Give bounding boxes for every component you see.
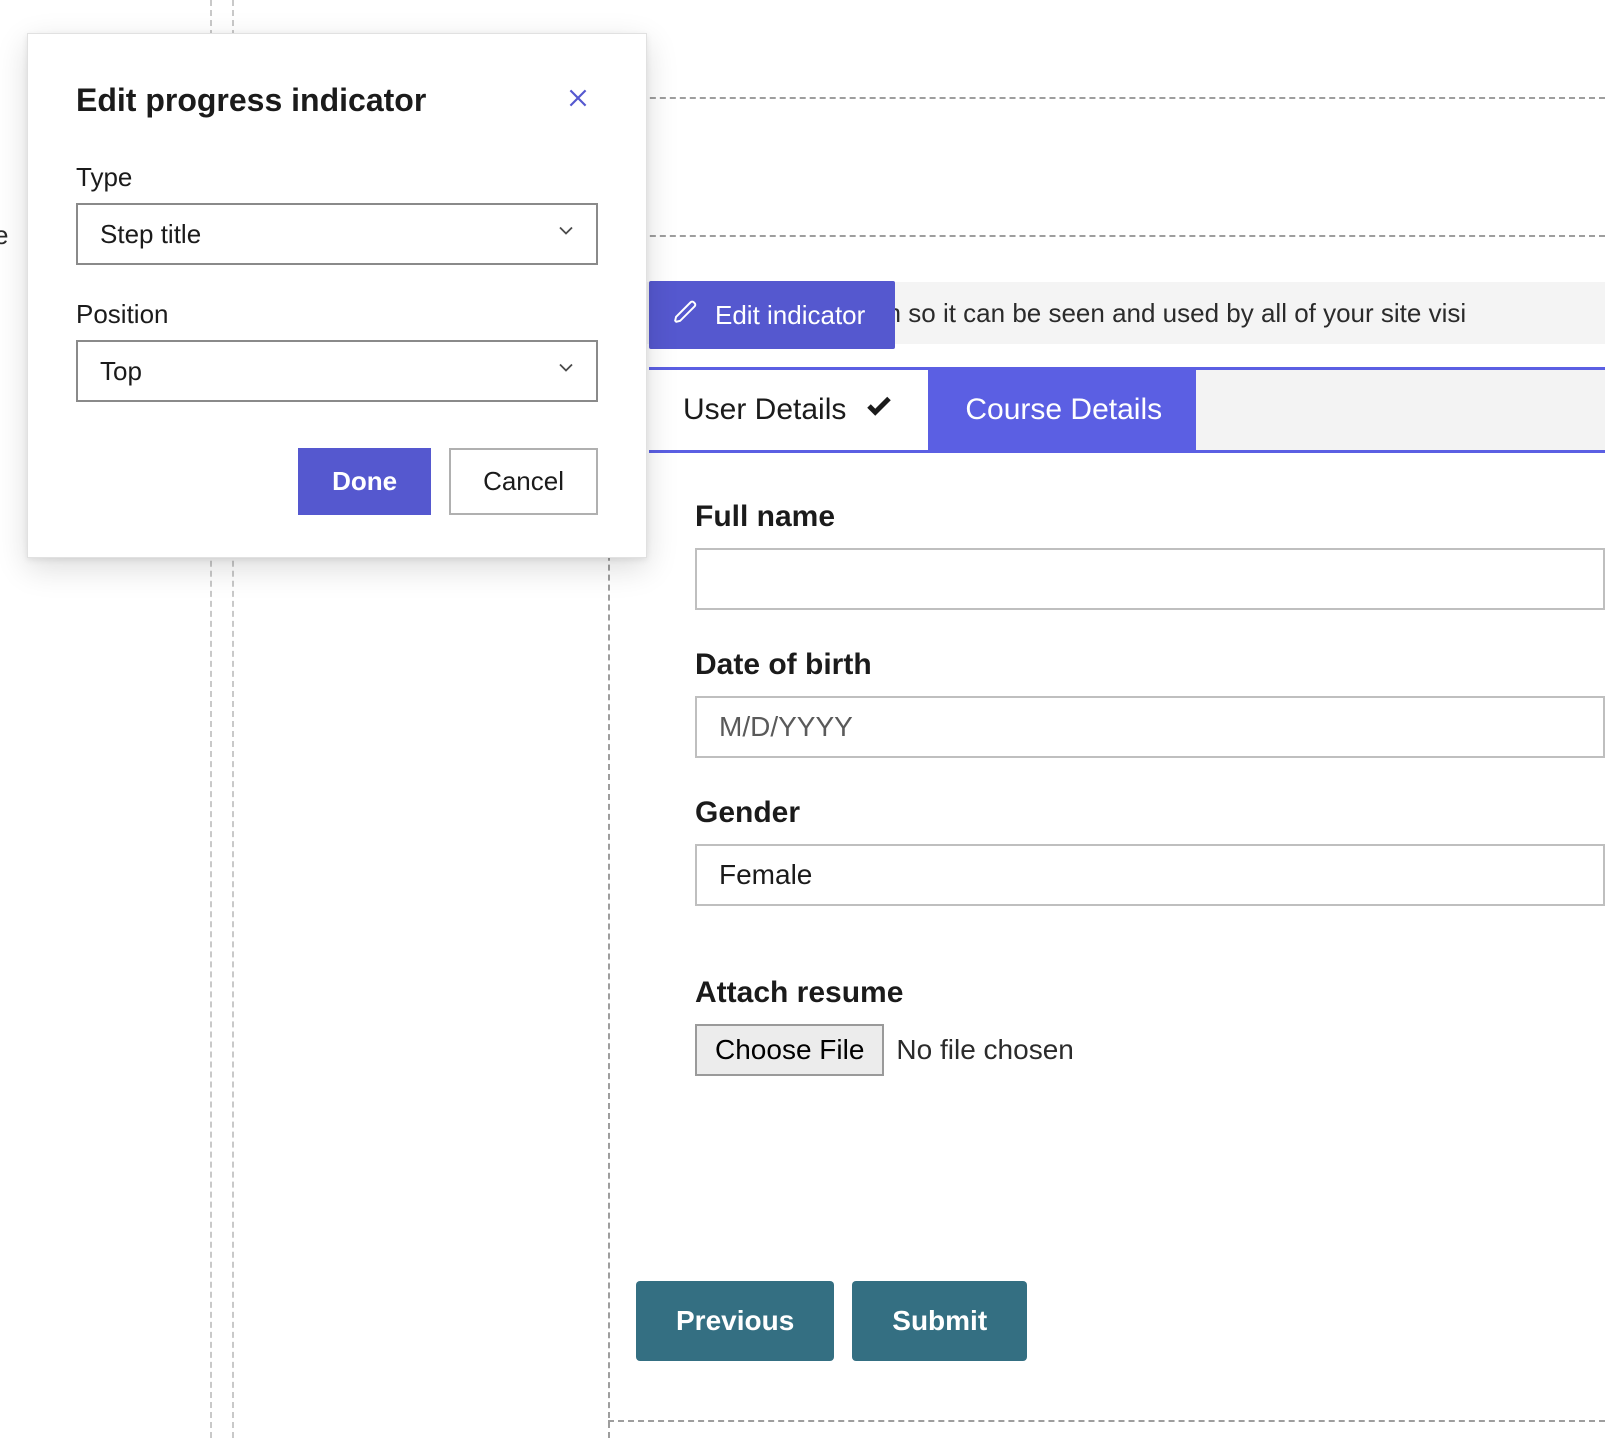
position-label: Position — [76, 299, 598, 330]
submit-button[interactable]: Submit — [852, 1281, 1027, 1361]
close-icon — [565, 85, 591, 116]
choose-file-button[interactable]: Choose File — [695, 1024, 884, 1076]
tab-label: Course Details — [965, 393, 1162, 427]
cancel-button[interactable]: Cancel — [449, 448, 598, 515]
full-name-input[interactable] — [695, 548, 1605, 610]
popover-actions: Done Cancel — [76, 448, 598, 515]
progress-tabs: User Details Course Details — [649, 367, 1605, 453]
position-value: Top — [100, 356, 142, 387]
edit-progress-indicator-popover: Edit progress indicator Type Step title … — [27, 33, 647, 558]
attach-label: Attach resume — [695, 976, 1605, 1010]
field-attach-resume: Attach resume Choose File No file chosen — [695, 976, 1605, 1076]
popover-title: Edit progress indicator — [76, 82, 426, 119]
truncated-left-text: e — [0, 220, 8, 251]
edit-indicator-button[interactable]: Edit indicator — [649, 281, 895, 349]
course-details-form: Full name Date of birth Gender Female At… — [695, 500, 1605, 1114]
dob-input[interactable] — [695, 696, 1605, 758]
position-select[interactable]: Top — [76, 340, 598, 402]
done-button[interactable]: Done — [298, 448, 431, 515]
type-value: Step title — [100, 219, 201, 250]
close-button[interactable] — [558, 80, 598, 120]
field-position: Position Top — [76, 299, 598, 402]
type-select[interactable]: Step title — [76, 203, 598, 265]
field-type: Type Step title — [76, 162, 598, 265]
tab-label: User Details — [683, 393, 846, 427]
dob-label: Date of birth — [695, 648, 1605, 682]
field-full-name: Full name — [695, 500, 1605, 610]
file-status-text: No file chosen — [896, 1034, 1073, 1066]
field-gender: Gender Female — [695, 796, 1605, 906]
chevron-down-icon — [554, 356, 578, 387]
gender-value: Female — [719, 859, 812, 891]
chevron-down-icon — [554, 219, 578, 250]
gender-select[interactable]: Female — [695, 844, 1605, 906]
full-name-label: Full name — [695, 500, 1605, 534]
tab-course-details[interactable]: Course Details — [931, 370, 1196, 450]
previous-button[interactable]: Previous — [636, 1281, 834, 1361]
check-icon — [864, 391, 894, 429]
form-actions: Previous Submit — [636, 1281, 1027, 1361]
tab-user-details[interactable]: User Details — [649, 370, 931, 450]
edit-indicator-label: Edit indicator — [715, 300, 865, 331]
pencil-icon — [673, 299, 699, 332]
type-label: Type — [76, 162, 598, 193]
gender-label: Gender — [695, 796, 1605, 830]
editor-canvas: e on this Web form so it can be seen and… — [0, 0, 1605, 1438]
field-dob: Date of birth — [695, 648, 1605, 758]
